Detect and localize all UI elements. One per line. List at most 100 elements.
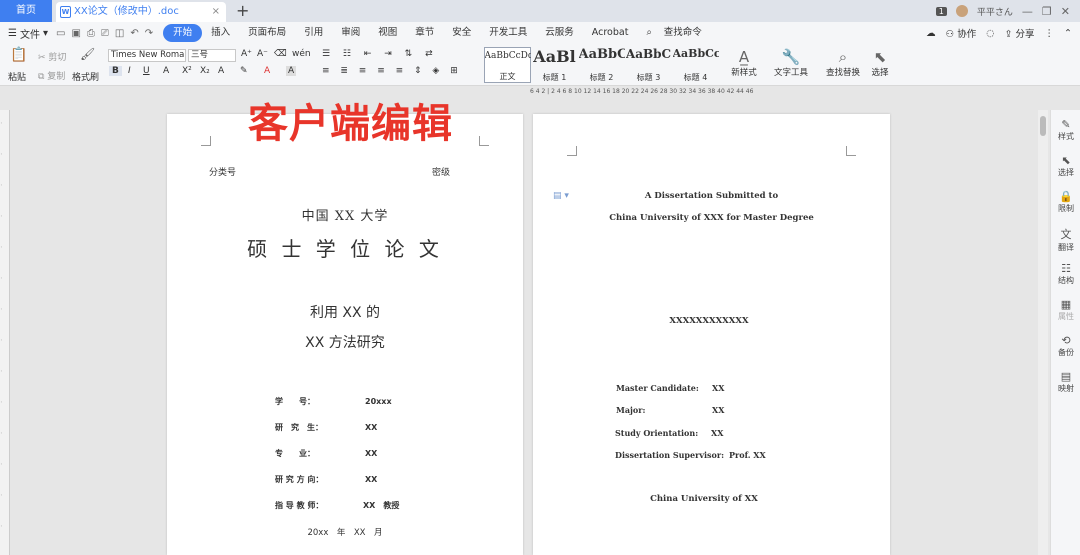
format-painter-button[interactable]: 格式刷: [72, 70, 99, 83]
menu-tab-cloud[interactable]: 云服务: [536, 24, 583, 42]
style-heading-4[interactable]: AaBbCc 标题 4: [672, 47, 719, 83]
new-tab-button[interactable]: +: [236, 0, 249, 22]
vertical-ruler[interactable]: · · · · · · · · · · · · · ·: [0, 110, 10, 555]
export-pdf-icon[interactable]: ⎙: [87, 28, 95, 39]
clear-format-icon[interactable]: ⌫: [274, 49, 287, 59]
more-icon[interactable]: ⋮: [1045, 28, 1055, 39]
comment-icon[interactable]: ◌: [986, 28, 994, 39]
document-tab[interactable]: W XX论文（修改中）.doc ×: [56, 2, 226, 22]
undo-icon[interactable]: ↶: [130, 28, 138, 39]
scrollbar-thumb[interactable]: [1040, 116, 1046, 136]
menu-tab-references[interactable]: 引用: [295, 24, 332, 42]
underline-button[interactable]: U: [143, 66, 150, 76]
new-style-button[interactable]: A̲ 新样式: [724, 48, 764, 78]
style-heading-2[interactable]: AaBbC 标题 2: [578, 47, 625, 83]
sidebar-item-translate[interactable]: 文翻译: [1051, 226, 1080, 253]
menu-tab-security[interactable]: 安全: [443, 24, 480, 42]
collapse-ribbon-icon[interactable]: ⌃: [1064, 28, 1072, 39]
horizontal-ruler[interactable]: 6 4 2 | 2 4 6 8 10 12 14 16 18 20 22 24 …: [530, 88, 870, 98]
shrink-font-button[interactable]: A⁻: [257, 49, 268, 59]
menu-tab-home[interactable]: 开始: [163, 24, 203, 42]
strikethrough-button[interactable]: A: [163, 66, 169, 76]
style-heading-1[interactable]: AaBl 标题 1: [531, 47, 578, 83]
chevron-down-icon: ▾: [42, 27, 48, 39]
search-command[interactable]: ⌕ 查找命令: [637, 24, 719, 42]
phonetic-icon[interactable]: wén: [292, 49, 311, 59]
ruler-tick: ·: [0, 215, 5, 217]
collaborate-button[interactable]: ⚇ 协作: [946, 26, 977, 40]
print-icon[interactable]: ⎚: [101, 28, 109, 39]
style-normal[interactable]: AaBbCcDd 正文: [484, 47, 531, 83]
menu-tab-view[interactable]: 视图: [369, 24, 406, 42]
sidebar-label: 备份: [1058, 348, 1074, 357]
translate-icon: 文: [1060, 228, 1072, 241]
field-label: Major:: [616, 405, 646, 415]
vertical-scrollbar[interactable]: [1038, 110, 1048, 555]
field-label: 研 究 生：: [275, 423, 323, 432]
field-label: 指 导 教 师：: [275, 501, 324, 510]
share-button[interactable]: ⇪ 分享: [1005, 26, 1035, 40]
margin-marker: [479, 136, 489, 146]
find-replace-button[interactable]: ⌕ 查找替换: [820, 48, 866, 78]
superscript-button[interactable]: X²: [182, 66, 192, 76]
paste-button[interactable]: 粘贴: [8, 70, 26, 83]
field-supervisor: Dissertation Supervisor: Prof. XX: [615, 450, 766, 460]
grow-font-button[interactable]: A⁺: [241, 49, 252, 59]
page-chinese-cover[interactable]: 分类号 密级 中国 XX 大学 硕 士 学 位 论 文 利用 XX 的 XX 方…: [167, 114, 523, 555]
close-tab-icon[interactable]: ×: [212, 2, 220, 22]
align-tools[interactable]: ≡ ≣ ≡ ≡ ≡ ⇕ ◈ ⊞: [322, 66, 462, 76]
font-color-icon[interactable]: A: [264, 66, 270, 76]
tab-bar: 首页 W XX论文（修改中）.doc × + 1 平平さん — ❐ ✕: [0, 0, 1080, 22]
menu-tab-developer[interactable]: 开发工具: [480, 24, 536, 42]
text-tools-button[interactable]: 🔧 文字工具: [769, 48, 813, 78]
copy-button[interactable]: ⧉ 复制: [38, 69, 65, 82]
page-english-cover[interactable]: ▤ ▾ A Dissertation Submitted to China Un…: [533, 114, 890, 555]
italic-button[interactable]: I: [128, 66, 131, 76]
structure-icon: ☷: [1061, 262, 1071, 275]
print-preview-icon[interactable]: ◫: [115, 28, 124, 39]
select-button[interactable]: ⬉ 选择: [866, 48, 894, 78]
user-name[interactable]: 平平さん: [977, 5, 1013, 18]
user-avatar[interactable]: [955, 5, 968, 17]
char-shading-icon[interactable]: A: [286, 66, 297, 76]
sync-icon[interactable]: ☁: [926, 28, 936, 39]
save-icon[interactable]: ▣: [71, 28, 80, 39]
menu-tab-section[interactable]: 章节: [406, 24, 443, 42]
minimize-icon[interactable]: —: [1022, 5, 1033, 18]
sidebar-item-structure[interactable]: ☷ 结构: [1051, 262, 1080, 286]
sidebar-item-select[interactable]: ⬉ 选择: [1051, 154, 1080, 178]
sidebar-item-restrict[interactable]: 🔒 限制: [1051, 190, 1080, 214]
style-heading-2-label: 标题 2: [589, 73, 614, 82]
ribbon: 📋 粘贴 ✂ 剪切 ⧉ 复制 🖌 格式刷 Times New Roma 三号 A…: [0, 44, 1080, 86]
font-family-select[interactable]: Times New Roma: [108, 49, 186, 62]
sidebar-item-mapping[interactable]: ▤ 映射: [1051, 370, 1080, 394]
close-window-icon[interactable]: ✕: [1061, 5, 1070, 18]
home-tab[interactable]: 首页: [0, 0, 52, 22]
format-painter-icon[interactable]: 🖌: [80, 47, 95, 61]
bold-button[interactable]: B: [109, 66, 122, 76]
search-icon: ⌕: [838, 48, 848, 66]
sidebar-item-styles[interactable]: ✎ 样式: [1051, 118, 1080, 142]
font-size-select[interactable]: 三号: [188, 49, 236, 62]
sidebar-item-properties[interactable]: ▦ 属性: [1051, 298, 1080, 322]
hamburger-icon: ☰: [8, 27, 17, 39]
menu-tab-page-layout[interactable]: 页面布局: [239, 24, 295, 42]
style-gallery: AaBbCcDd 正文 AaBl 标题 1 AaBbC 标题 2 AaBbC 标…: [484, 47, 720, 83]
paste-icon[interactable]: 📋: [10, 47, 27, 63]
text-effect-icon[interactable]: A: [218, 66, 224, 76]
redo-icon[interactable]: ↷: [145, 28, 153, 39]
subscript-button[interactable]: X₂: [200, 66, 210, 76]
style-heading-3[interactable]: AaBbC 标题 3: [625, 47, 672, 83]
window-count-badge[interactable]: 1: [935, 6, 947, 16]
highlight-icon[interactable]: ✎: [240, 66, 248, 76]
file-menu[interactable]: ☰ 文件 ▾: [8, 26, 48, 41]
menu-tab-insert[interactable]: 插入: [202, 24, 239, 42]
restore-icon[interactable]: ❐: [1042, 5, 1052, 18]
cut-button[interactable]: ✂ 剪切: [38, 50, 66, 63]
list-tools[interactable]: ☰ ☷ ⇤ ⇥ ⇅ ⇄: [322, 49, 438, 59]
menu-tab-acrobat[interactable]: Acrobat: [583, 24, 638, 42]
menu-tab-review[interactable]: 审阅: [332, 24, 369, 42]
style-heading-1-sample: AaBl: [533, 47, 576, 66]
open-icon[interactable]: ▭: [56, 28, 65, 39]
sidebar-item-backup[interactable]: ⟲ 备份: [1051, 334, 1080, 358]
